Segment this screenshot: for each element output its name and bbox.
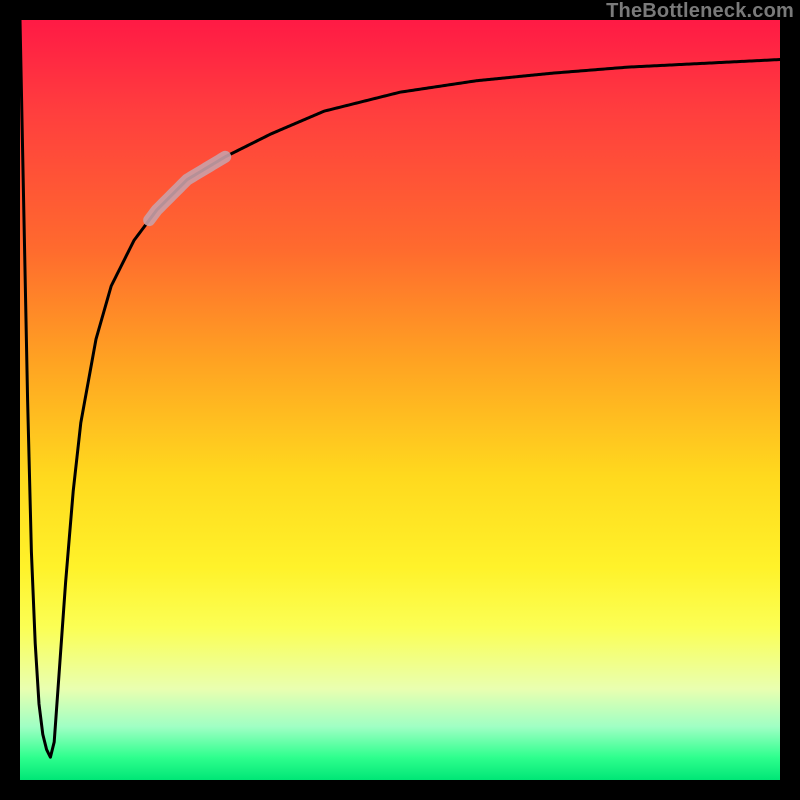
watermark-text: TheBottleneck.com	[606, 0, 794, 23]
chart-plot-area	[20, 20, 780, 780]
